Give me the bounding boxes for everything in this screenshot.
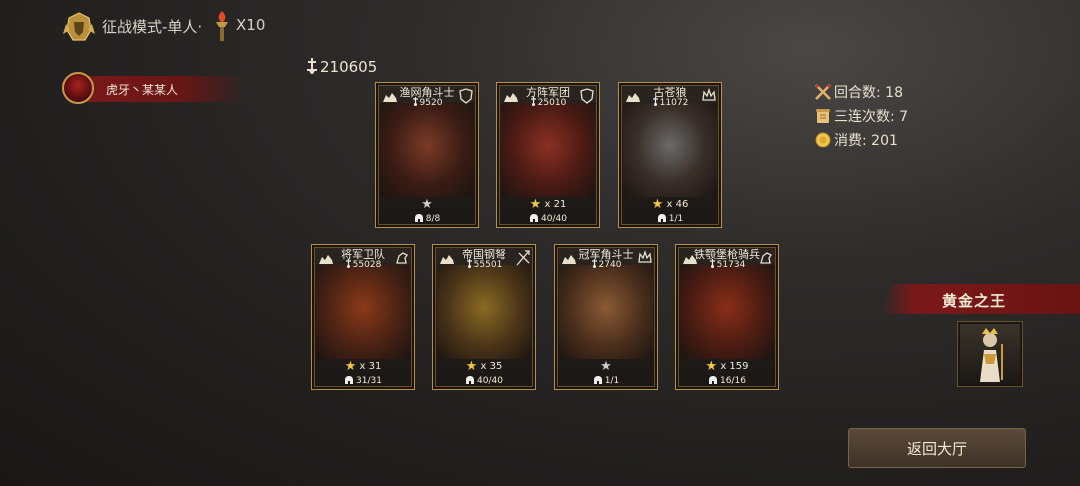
unit-power: 25010 — [497, 97, 599, 108]
helmet-icon — [593, 375, 603, 385]
unit-star-count: x 31 — [359, 361, 382, 372]
unit-stars: ★ x 46 — [619, 197, 721, 212]
unit-portrait — [380, 103, 474, 197]
star-icon: ★ — [705, 359, 718, 374]
helmet-icon — [657, 213, 667, 223]
unit-star-count: x 35 — [480, 361, 503, 372]
star-icon: ★ — [421, 197, 433, 212]
unit-troop-count: 8/8 — [425, 214, 441, 224]
stat-cost: 消费: 201 — [814, 128, 908, 152]
stat-rounds-text: 回合数: 18 — [834, 85, 903, 101]
stat-combo-text: 三连次数: 7 — [834, 109, 909, 125]
unit-power: 11072 — [619, 97, 721, 108]
power-icon — [306, 58, 318, 74]
opponent-name: 黄金之王 — [942, 292, 1007, 310]
unit-portrait — [501, 103, 595, 197]
unit-power-value: 51734 — [716, 260, 746, 270]
unit-power: 9520 — [376, 97, 478, 108]
total-power: 210605 — [306, 58, 377, 76]
unit-card[interactable]: 冠军角斗士 2740 ★ 1/1 — [554, 244, 658, 390]
unit-troop-count: 31/31 — [356, 376, 382, 386]
unit-card[interactable]: 渔网角斗士 9520 ★ 8/8 — [375, 82, 479, 228]
unit-card[interactable]: 古苍狼 11072 ★ x 46 1/1 — [618, 82, 722, 228]
stat-rounds: 回合数: 18 — [814, 80, 908, 104]
unit-star-count: x 21 — [544, 199, 567, 210]
battle-stats: 回合数: 18 三连次数: 7 消费: 201 — [814, 80, 908, 152]
unit-power-value: 11072 — [659, 98, 689, 108]
stat-combo: 三连次数: 7 — [814, 104, 908, 128]
power-icon — [412, 97, 419, 106]
power-icon — [530, 97, 537, 106]
unit-stars: ★ x 21 — [497, 197, 599, 212]
stat-cost-text: 消费: 201 — [834, 133, 898, 149]
star-icon: ★ — [600, 359, 612, 374]
return-lobby-button[interactable]: 返回大厅 — [848, 428, 1026, 468]
unit-power: 51734 — [676, 259, 778, 270]
opponent-banner: 黄金之王 — [880, 284, 1080, 314]
power-icon — [652, 97, 659, 106]
unit-card[interactable]: 帝国钢弩 55501 ★ x 35 40/40 — [432, 244, 536, 390]
ticket-count: X10 — [236, 16, 266, 34]
golden-king-portrait[interactable] — [958, 322, 1022, 386]
unit-power: 55028 — [312, 259, 414, 270]
unit-power-value: 55501 — [473, 260, 503, 270]
power-icon — [466, 259, 473, 268]
unit-troops: 8/8 — [376, 213, 478, 224]
unit-portrait — [623, 103, 717, 197]
star-icon: ★ — [651, 197, 664, 212]
helmet-icon — [465, 375, 475, 385]
unit-troops: 40/40 — [497, 213, 599, 224]
unit-troops: 40/40 — [433, 375, 535, 386]
power-icon — [345, 259, 352, 268]
unit-troops: 1/1 — [619, 213, 721, 224]
unit-troop-count: 1/1 — [604, 376, 620, 386]
star-icon: ★ — [465, 359, 478, 374]
unit-portrait — [680, 265, 774, 359]
unit-troop-count: 16/16 — [720, 376, 746, 386]
unit-stars: ★ — [555, 359, 657, 374]
unit-star-count: x 159 — [720, 361, 749, 372]
unit-card[interactable]: 将军卫队 55028 ★ x 31 31/31 — [311, 244, 415, 390]
unit-card[interactable]: 铁颚堡枪骑兵 51734 ★ x 159 16/16 — [675, 244, 779, 390]
total-power-value: 210605 — [320, 58, 378, 76]
helmet-icon — [708, 375, 718, 385]
unit-stars: ★ x 159 — [676, 359, 778, 374]
unit-power-value: 2740 — [598, 260, 622, 270]
unit-portrait — [316, 265, 410, 359]
helmet-icon — [344, 375, 354, 385]
crossed-swords-icon — [814, 83, 832, 101]
unit-stars: ★ x 35 — [433, 359, 535, 374]
unit-portrait — [437, 265, 531, 359]
player-name: 虎牙丶某某人 — [106, 83, 179, 97]
unit-power-value: 25010 — [537, 98, 567, 108]
gold-coin-icon — [814, 131, 832, 149]
unit-star-count: x 46 — [666, 199, 689, 210]
unit-stars: ★ — [376, 197, 478, 212]
torch-icon — [212, 10, 232, 42]
unit-troops: 31/31 — [312, 375, 414, 386]
helmet-icon — [414, 213, 424, 223]
unit-troops: 16/16 — [676, 375, 778, 386]
unit-power: 2740 — [555, 259, 657, 270]
star-icon: ★ — [344, 359, 357, 374]
unit-card[interactable]: 方阵军团 25010 ★ x 21 40/40 — [496, 82, 600, 228]
mode-title: 征战模式-单人· — [102, 18, 203, 36]
unit-troop-count: 40/40 — [477, 376, 503, 386]
unit-stars: ★ x 31 — [312, 359, 414, 374]
unit-portrait — [559, 265, 653, 359]
player-banner[interactable]: 虎牙丶某某人 — [62, 72, 246, 106]
unit-troop-count: 40/40 — [541, 214, 567, 224]
scroll-icon — [814, 107, 832, 125]
golden-helmet-icon — [62, 10, 96, 44]
unit-power-value: 55028 — [352, 260, 382, 270]
power-icon — [709, 259, 716, 268]
helmet-icon — [529, 213, 539, 223]
unit-troops: 1/1 — [555, 375, 657, 386]
star-icon: ★ — [529, 197, 542, 212]
unit-power: 55501 — [433, 259, 535, 270]
unit-troop-count: 1/1 — [668, 214, 684, 224]
unit-power-value: 9520 — [419, 98, 443, 108]
red-demon-avatar — [62, 72, 94, 104]
power-icon — [591, 259, 598, 268]
